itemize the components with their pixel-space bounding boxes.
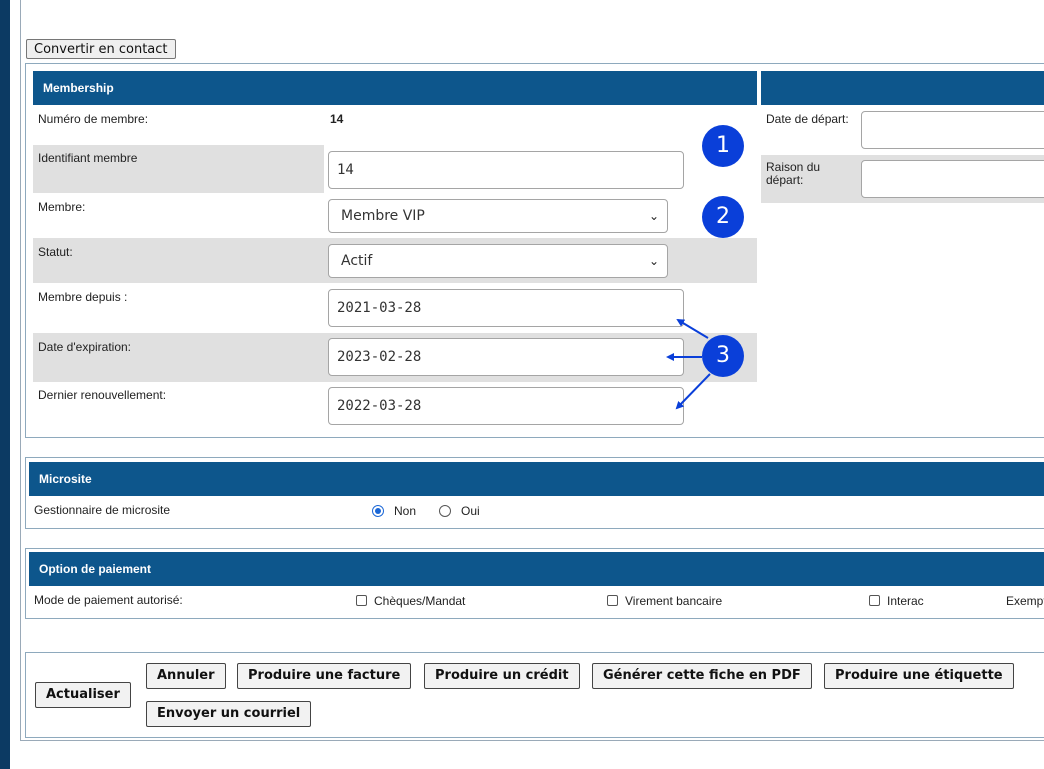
member-number-value: 14 — [330, 112, 344, 126]
expiration-input[interactable]: 2023-02-28 — [328, 338, 684, 376]
annotation-badge-3: 3 — [702, 335, 744, 377]
member-since-label: Membre depuis : — [38, 290, 128, 304]
checkbox-virement[interactable] — [607, 595, 618, 606]
row-departure-reason: Raison du départ: — [761, 155, 856, 203]
annotation-badge-1: 1 — [702, 125, 744, 167]
payment-panel: Option de paiement Mode de paiement auto… — [25, 548, 1044, 619]
member-type-value: Membre VIP — [341, 208, 425, 224]
membership-title: Membership — [43, 81, 114, 95]
departure-header — [761, 71, 1044, 105]
microsite-radio-non[interactable] — [372, 505, 384, 517]
microsite-header: Microsite — [29, 462, 1044, 496]
microsite-radio-oui[interactable] — [439, 505, 451, 517]
expiration-label: Date d'expiration: — [38, 340, 132, 354]
left-border — [20, 0, 21, 741]
microsite-panel: Microsite Gestionnaire de microsite Non … — [25, 457, 1044, 529]
member-type-select[interactable]: Membre VIP ⌄ — [328, 199, 668, 233]
produce-label-button[interactable]: Produire une étiquette — [824, 663, 1014, 689]
microsite-manager-label: Gestionnaire de microsite — [34, 503, 171, 517]
payment-option-cheques: Chèques/Mandat — [374, 594, 466, 608]
departure-reason-input[interactable] — [861, 160, 1044, 198]
status-label: Statut: — [38, 245, 73, 259]
member-number-label: Numéro de membre: — [38, 112, 149, 126]
payment-option-interac: Interac — [887, 594, 924, 608]
microsite-option-non: Non — [394, 504, 417, 518]
chevron-down-icon: ⌄ — [648, 254, 659, 268]
checkbox-interac[interactable] — [869, 595, 880, 606]
departure-date-input[interactable] — [861, 111, 1044, 149]
left-sidebar-stripe — [0, 0, 10, 769]
send-email-button[interactable]: Envoyer un courriel — [146, 701, 312, 727]
bottom-border — [20, 740, 1044, 741]
payment-header: Option de paiement — [29, 552, 1044, 586]
member-id-label: Identifiant membre — [38, 151, 138, 165]
row-member-number: Numéro de membre: 14 — [33, 105, 757, 145]
cancel-button[interactable]: Annuler — [146, 663, 226, 689]
payment-option-virement: Virement bancaire — [625, 594, 723, 608]
update-button[interactable]: Actualiser — [35, 682, 131, 708]
payment-title: Option de paiement — [39, 562, 152, 576]
membership-panel: Membership Numéro de membre: 14 Identifi… — [25, 63, 1044, 438]
last-renewal-input[interactable]: 2022-03-28 — [328, 387, 684, 425]
payment-option-exempt: Exempt — [1006, 594, 1044, 608]
produce-invoice-button[interactable]: Produire une facture — [237, 663, 412, 689]
status-select[interactable]: Actif ⌄ — [328, 244, 668, 278]
chevron-down-icon: ⌄ — [648, 209, 659, 223]
microsite-option-oui: Oui — [461, 504, 480, 518]
produce-credit-button[interactable]: Produire un crédit — [424, 663, 580, 689]
departure-reason-label: Raison du départ: — [766, 160, 821, 187]
member-id-input[interactable]: 14 — [328, 151, 684, 189]
checkbox-cheques[interactable] — [356, 595, 367, 606]
status-value: Actif — [341, 253, 373, 269]
member-since-input[interactable]: 2021-03-28 — [328, 289, 684, 327]
payment-mode-label: Mode de paiement autorisé: — [34, 593, 183, 607]
microsite-title: Microsite — [39, 472, 92, 486]
last-renewal-label: Dernier renouvellement: — [38, 388, 167, 402]
member-type-label: Membre: — [38, 200, 86, 214]
membership-header: Membership — [33, 71, 757, 105]
convert-to-contact-button[interactable]: Convertir en contact — [26, 39, 176, 59]
annotation-badge-2: 2 — [702, 196, 744, 238]
generate-pdf-button[interactable]: Générer cette fiche en PDF — [592, 663, 812, 689]
departure-date-label: Date de départ: — [766, 112, 849, 126]
